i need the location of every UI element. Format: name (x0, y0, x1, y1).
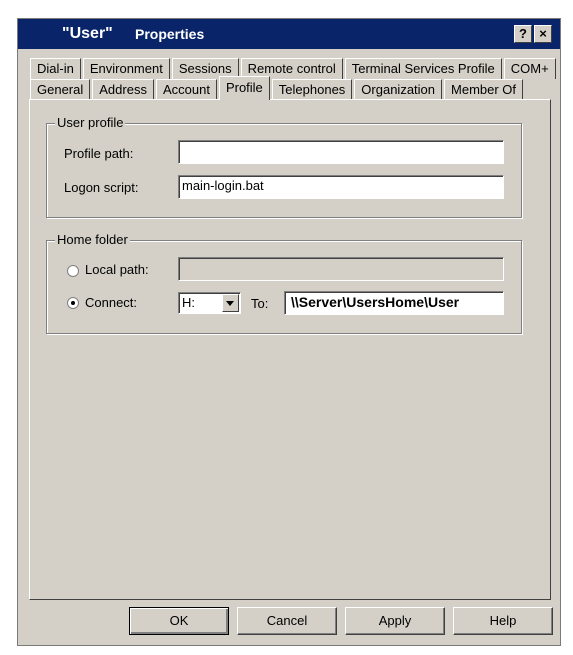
cancel-button[interactable]: Cancel (237, 607, 337, 635)
user-profile-group: User profile Profile path: Logon script:… (46, 115, 522, 218)
close-icon[interactable]: × (534, 25, 552, 43)
profile-tab-panel: User profile Profile path: Logon script:… (29, 99, 551, 600)
home-path-input[interactable]: \\Server\UsersHome\User (284, 291, 504, 315)
tab-dial-in[interactable]: Dial-in (30, 58, 81, 79)
apply-button[interactable]: Apply (345, 607, 445, 635)
home-folder-legend: Home folder (55, 232, 130, 247)
tab-address[interactable]: Address (92, 79, 154, 100)
properties-dialog: "User" Properties ? × Dial-in Environmen… (17, 18, 561, 646)
tab-general[interactable]: General (30, 79, 91, 100)
drive-letter-value: H: (182, 295, 195, 310)
tab-row-2: General Address Account Profile Telephon… (30, 76, 525, 100)
help-icon[interactable]: ? (514, 25, 532, 43)
tab-terminal-services-profile[interactable]: Terminal Services Profile (344, 58, 502, 79)
tab-com-plus[interactable]: COM+ (503, 58, 556, 79)
to-label: To: (251, 296, 269, 311)
ok-button[interactable]: OK (129, 607, 229, 635)
tab-account[interactable]: Account (155, 79, 217, 100)
profile-path-label: Profile path: (64, 146, 134, 161)
tab-member-of[interactable]: Member Of (444, 79, 524, 100)
connect-label: Connect: (85, 295, 138, 310)
title-bar[interactable]: "User" Properties ? × (18, 19, 560, 49)
tab-organization[interactable]: Organization (354, 79, 443, 100)
local-path-input[interactable] (178, 257, 504, 281)
home-folder-group: Home folder Local path: Connect: H: To: … (46, 232, 522, 334)
tab-telephones[interactable]: Telephones (271, 79, 353, 100)
logon-script-input[interactable]: main-login.bat (178, 175, 504, 199)
title-user-name: "User" (62, 25, 113, 42)
local-path-label: Local path: (85, 262, 149, 277)
connect-radio[interactable] (67, 297, 79, 309)
logon-script-label: Logon script: (64, 180, 139, 195)
chevron-down-icon[interactable] (222, 294, 239, 312)
tab-profile[interactable]: Profile (218, 76, 270, 100)
tab-environment[interactable]: Environment (82, 58, 170, 79)
profile-path-input[interactable] (178, 140, 504, 164)
user-profile-legend: User profile (55, 115, 126, 130)
help-button[interactable]: Help (453, 607, 553, 635)
radio-selected-dot (71, 301, 75, 305)
title-properties: Properties (135, 26, 205, 42)
drive-letter-select[interactable]: H: (178, 292, 241, 314)
tab-row-1: Dial-in Environment Sessions Remote cont… (30, 58, 558, 79)
local-path-radio[interactable] (67, 265, 79, 277)
